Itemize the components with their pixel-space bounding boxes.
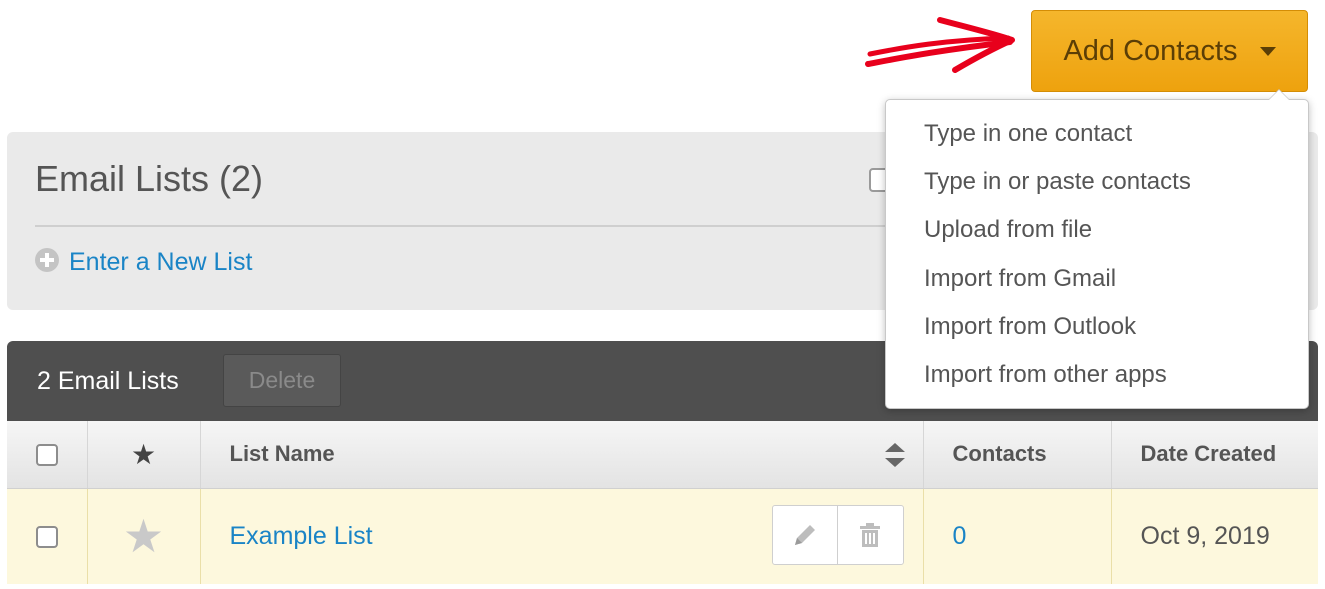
header-list-name[interactable]: List Name — [200, 421, 924, 489]
caret-down-icon — [1259, 46, 1276, 56]
menu-item-import-other-apps[interactable]: Import from other apps — [886, 355, 1308, 403]
header-select-all — [7, 421, 88, 489]
star-icon: ★ — [130, 438, 157, 470]
add-contacts-button[interactable]: Add Contacts — [1031, 10, 1308, 92]
edit-button[interactable] — [773, 506, 838, 564]
table-row: ★ Example List 0 Oct 9, 2019 — [7, 487, 1318, 584]
header-favorite: ★ — [87, 421, 201, 489]
list-name-header-label: List Name — [229, 441, 335, 467]
menu-item-import-gmail[interactable]: Import from Gmail — [886, 259, 1308, 307]
menu-item-paste-contacts[interactable]: Type in or paste contacts — [886, 162, 1308, 210]
email-lists-table: ★ List Name Contacts Date Created ★ Exam… — [7, 421, 1318, 584]
row-checkbox[interactable] — [35, 526, 58, 549]
row-contacts-cell: 0 — [923, 487, 1112, 584]
divider — [35, 225, 915, 227]
delete-button[interactable]: Delete — [223, 354, 341, 407]
contacts-header-label: Contacts — [952, 441, 1047, 467]
menu-item-upload-file[interactable]: Upload from file — [886, 210, 1308, 258]
plus-circle-icon — [35, 247, 59, 272]
annotation-arrow-icon — [865, 17, 1015, 73]
list-count: 2 Email Lists — [37, 367, 179, 395]
row-list-name-cell: Example List — [200, 487, 924, 584]
menu-item-import-outlook[interactable]: Import from Outlook — [886, 307, 1308, 355]
date-created-value: Oct 9, 2019 — [1140, 521, 1270, 550]
trash-icon — [860, 522, 881, 547]
sort-icon[interactable] — [884, 443, 905, 467]
header-contacts: Contacts — [923, 421, 1112, 489]
pencil-icon — [794, 524, 815, 545]
header-date-created: Date Created — [1111, 421, 1318, 489]
row-actions — [771, 504, 904, 565]
table-header-row: ★ List Name Contacts Date Created — [7, 421, 1318, 489]
row-select-cell — [7, 487, 88, 584]
row-favorite-cell: ★ — [87, 487, 201, 584]
menu-item-type-one-contact[interactable]: Type in one contact — [886, 114, 1308, 162]
enter-new-list-link[interactable]: Enter a New List — [35, 247, 253, 277]
select-all-checkbox[interactable] — [35, 444, 58, 467]
enter-new-list-label: Enter a New List — [69, 248, 253, 276]
list-name-link[interactable]: Example List — [230, 522, 373, 550]
delete-list-button[interactable] — [837, 505, 903, 564]
date-created-header-label: Date Created — [1140, 441, 1277, 467]
add-contacts-menu: Type in one contact Type in or paste con… — [885, 89, 1309, 409]
star-icon[interactable]: ★ — [123, 510, 164, 562]
row-date-created-cell: Oct 9, 2019 — [1111, 487, 1318, 584]
contacts-count-link[interactable]: 0 — [953, 522, 967, 550]
add-contacts-label: Add Contacts — [1063, 34, 1238, 67]
page-title: Email Lists (2) — [35, 158, 264, 199]
